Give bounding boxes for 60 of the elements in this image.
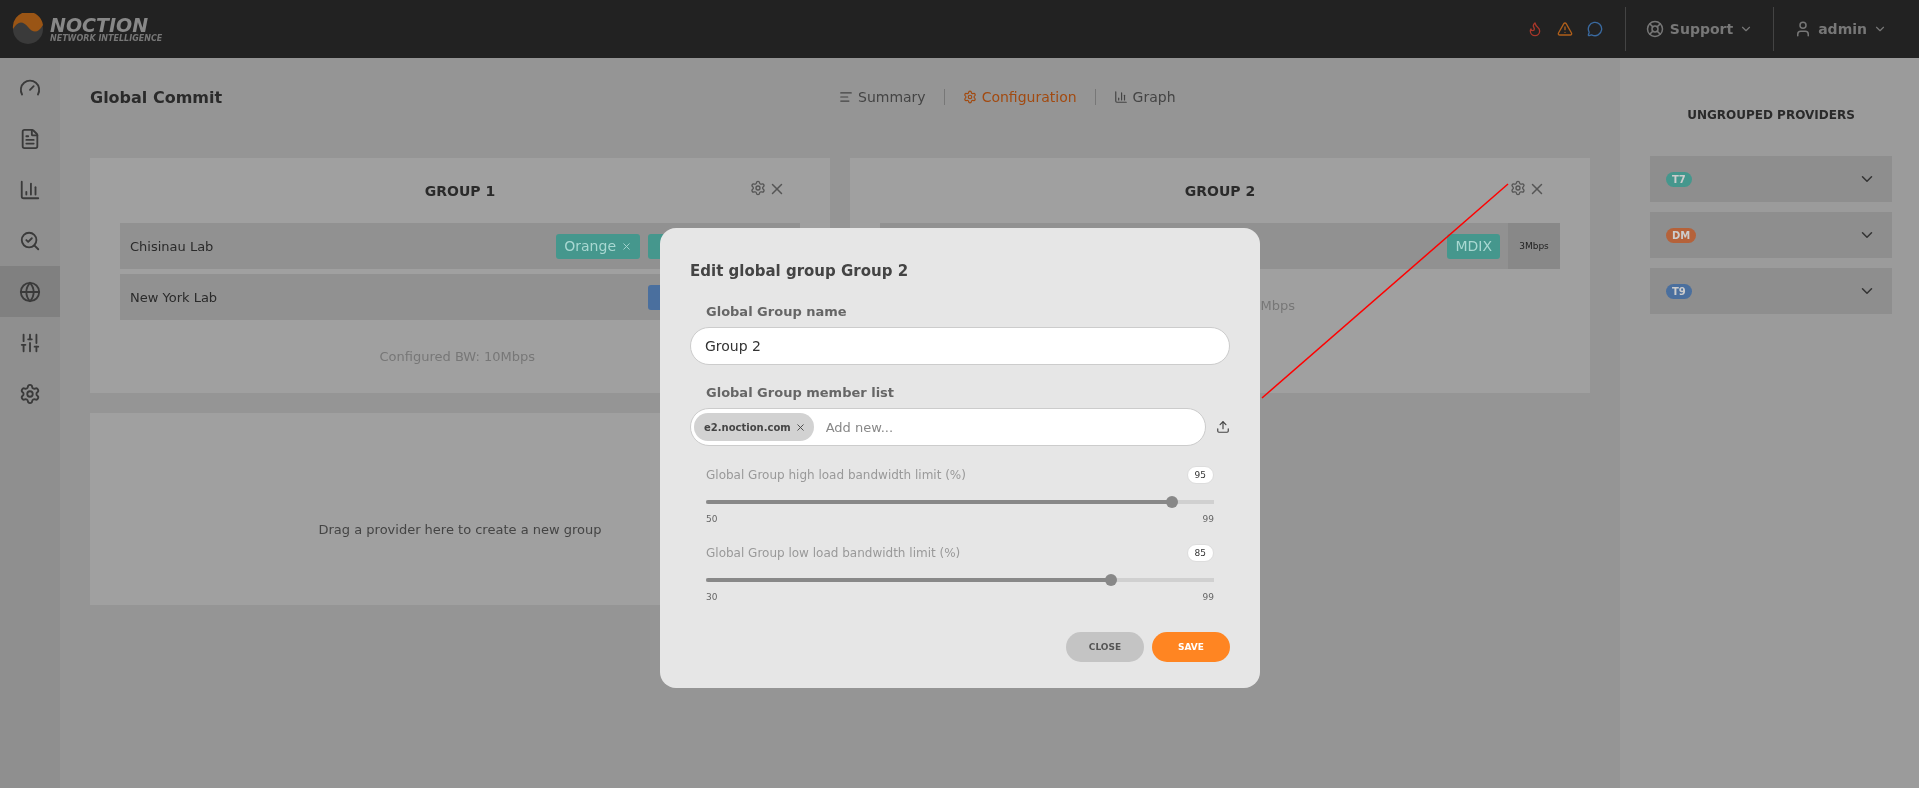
- document-icon: [19, 127, 41, 150]
- provider-tag: MDIX: [1447, 233, 1500, 259]
- member-chip: e2.noction.com: [694, 413, 814, 441]
- remove-icon[interactable]: [794, 421, 806, 433]
- tab[interactable]: Summary: [821, 89, 944, 105]
- group-title: GROUP 1: [424, 182, 496, 199]
- provider-name: New York Lab: [130, 289, 218, 305]
- provider-item[interactable]: T7: [1650, 156, 1892, 202]
- name-field[interactable]: Group 2: [690, 327, 1230, 365]
- slider-max: 99: [1202, 514, 1214, 524]
- sliders-icon: [19, 331, 41, 354]
- slider-label: Global Group high load bandwidth limit (%): [706, 468, 966, 482]
- logo-icon: [12, 13, 44, 45]
- provider-tag: Orange: [556, 233, 640, 259]
- lifebuoy-icon: [1645, 20, 1664, 38]
- tab[interactable]: Graph: [1094, 89, 1194, 105]
- field-label: Global Group member list: [706, 385, 896, 400]
- slider-max: 99: [1202, 592, 1214, 602]
- bandwidth-value: 3Mbps: [1508, 223, 1560, 269]
- bar-chart-icon: [1113, 90, 1128, 104]
- provider-badge: DM: [1666, 227, 1697, 243]
- brand-tagline: NETWORK INTELLIGENCE: [50, 34, 163, 43]
- slider-thumb[interactable]: [1166, 496, 1179, 508]
- chat-icon[interactable]: [1586, 21, 1603, 37]
- drop-hint: Drag a provider here to create a new group: [318, 521, 602, 537]
- slider-value[interactable]: 85: [1186, 544, 1214, 562]
- member-field[interactable]: e2.noction.com Add new...: [690, 408, 1206, 446]
- settings-icon: [19, 382, 41, 405]
- slider-min: 30: [706, 592, 718, 602]
- group-title: GROUP 2: [1184, 182, 1256, 199]
- close-button[interactable]: CLOSE: [1066, 632, 1144, 662]
- dialog-title: Edit global group Group 2: [690, 262, 910, 280]
- provider-badge: T9: [1666, 283, 1692, 299]
- support-menu[interactable]: Support: [1625, 7, 1775, 51]
- provider-item[interactable]: DM: [1650, 212, 1892, 258]
- warning-icon[interactable]: [1556, 21, 1573, 37]
- settings-icon: [962, 90, 977, 104]
- slider-thumb[interactable]: [1104, 574, 1117, 586]
- search-check-icon: [19, 229, 41, 252]
- save-button[interactable]: SAVE: [1152, 632, 1230, 662]
- user-menu[interactable]: admin: [1774, 7, 1907, 51]
- settings-icon[interactable]: [1510, 180, 1526, 196]
- slider-min: 50: [706, 514, 718, 524]
- provider-name: Chisinau Lab: [130, 238, 214, 254]
- slider-label: Global Group low load bandwidth limit (%): [706, 546, 961, 560]
- tab[interactable]: Configuration: [943, 89, 1095, 105]
- provider-badge: T7: [1666, 171, 1692, 187]
- slider-value[interactable]: 95: [1186, 466, 1214, 484]
- sidebar-item[interactable]: [0, 266, 60, 317]
- brand-name: NOCTION: [50, 15, 149, 35]
- page-title: Global Commit: [90, 87, 224, 107]
- list-icon: [839, 90, 853, 104]
- settings-icon[interactable]: [750, 180, 766, 196]
- bar-chart-icon: [19, 178, 41, 201]
- panel-title: UNGROUPED PROVIDERS: [1686, 107, 1856, 124]
- globe-icon: [19, 280, 41, 303]
- add-member-input[interactable]: Add new...: [823, 418, 1202, 436]
- provider-item[interactable]: T9: [1650, 268, 1892, 314]
- upload-icon[interactable]: [1216, 420, 1230, 434]
- field-label: Global Group name: [706, 304, 848, 319]
